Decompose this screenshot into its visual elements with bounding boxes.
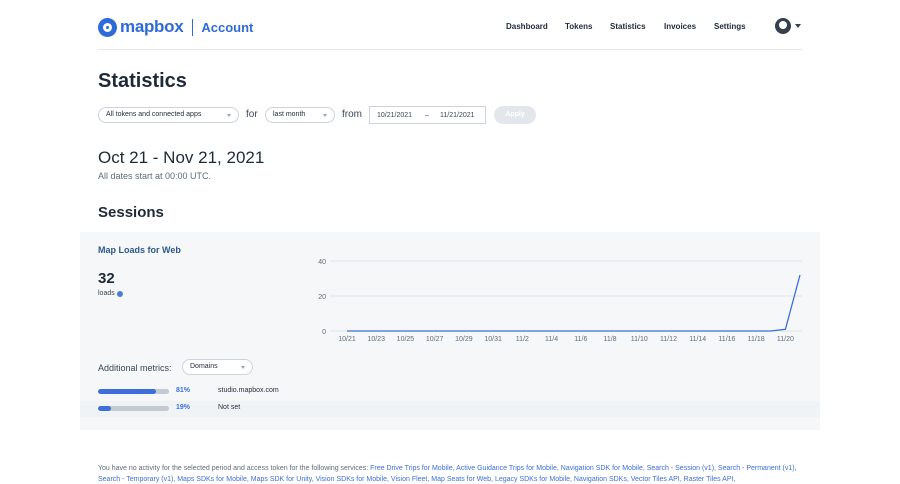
chevron-down-icon [227,114,231,117]
y-tick-label: 40 [318,259,326,266]
nav-tokens[interactable]: Tokens [565,22,592,31]
nav-statistics[interactable]: Statistics [610,22,646,31]
metrics-select-value: Domains [190,363,218,370]
metric-percent: 81% [176,387,191,394]
x-tick-label: 11/10 [631,336,648,343]
metric-percent: 19% [176,404,191,411]
account-label: Account [201,19,254,35]
metric-bar [98,389,169,394]
start-date[interactable]: 10/21/2021 [377,112,412,119]
footnote: You have no activity for the selected pe… [98,463,804,484]
date-range-note: All dates start at 00:00 UTC. [98,171,212,181]
x-tick-label: 10/29 [455,336,473,343]
x-tick-label: 10/21 [338,336,356,343]
date-range-heading: Oct 21 - Nov 21, 2021 [98,148,265,167]
chevron-down-icon [323,114,327,117]
period-select-value: last month [273,111,306,118]
metric-row: 81% studio.mapbox.com [80,384,820,400]
loads-label-row: loads [98,290,123,297]
from-label: from [342,109,362,120]
mapbox-logo[interactable]: mapbox Account [98,17,253,37]
map-loads-panel: Map Loads for Web 32 loads 0 20 40 10/21 10/… [80,232,820,430]
date-separator: – [425,112,429,119]
metric-domain: Not set [218,404,241,411]
x-tick-label: 10/31 [484,336,502,343]
x-tick-label: 11/8 [603,336,616,343]
x-tick-label: 11/16 [718,336,735,343]
apply-button[interactable]: Apply [494,106,536,124]
metrics-select[interactable]: Domains [182,359,253,375]
x-tick-label: 11/20 [777,336,794,343]
additional-metrics-label: Additional metrics: [98,363,172,373]
loads-label: loads [98,290,115,297]
header-divider [98,49,802,50]
logo-text: mapbox [120,17,184,36]
token-select[interactable]: All tokens and connected apps [98,107,239,123]
x-tick-label: 10/23 [367,336,385,343]
mapbox-logo-icon [98,17,117,37]
footnote-prefix: You have no activity for the selected pe… [98,465,371,472]
map-loads-chart: 0 20 40 10/21 10/23 10/25 10/27 10/29 10/31 11/2 1… [318,259,802,343]
chevron-down-icon [241,366,245,369]
period-select[interactable]: last month [265,107,335,123]
page-title: Statistics [98,70,187,92]
loads-series-line [347,274,801,332]
x-tick-label: 11/14 [689,336,706,343]
metric-row: 19% Not set [80,401,820,417]
nav-invoices[interactable]: Invoices [664,22,696,31]
panel-title: Map Loads for Web [98,245,181,255]
nav-dashboard[interactable]: Dashboard [506,22,548,31]
y-tick-label: 20 [318,294,326,301]
x-tick-label: 10/25 [397,336,415,343]
end-date[interactable]: 11/21/2021 [440,112,475,119]
nav-settings[interactable]: Settings [714,22,746,31]
top-header: mapbox Account Dashboard Tokens Statisti… [98,14,802,38]
info-icon[interactable] [116,290,123,297]
token-select-value: All tokens and connected apps [106,111,202,118]
sessions-heading: Sessions [98,204,164,221]
loads-count: 32 [98,270,115,287]
x-tick-label: 11/2 [516,336,529,343]
metric-bar [98,406,169,411]
chevron-down-icon[interactable] [795,24,801,28]
y-tick-label: 0 [322,329,326,336]
x-tick-label: 11/18 [748,336,765,343]
x-tick-label: 11/4 [545,336,558,343]
metric-bar-fill [98,389,156,394]
metric-bar-fill [98,406,112,411]
x-tick-label: 11/6 [574,336,587,343]
date-range-picker[interactable]: 10/21/2021 – 11/21/2021 [369,106,486,124]
for-label: for [246,109,258,120]
x-tick-label: 10/27 [426,336,444,343]
x-tick-label: 11/12 [660,336,677,343]
logo-divider [192,18,194,36]
user-avatar-icon[interactable] [775,18,791,34]
metric-domain: studio.mapbox.com [218,387,279,394]
